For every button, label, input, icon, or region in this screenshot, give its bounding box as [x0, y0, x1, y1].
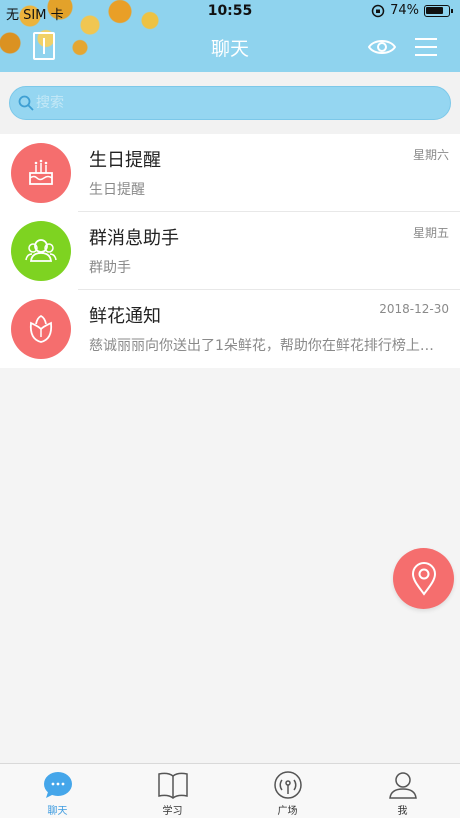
- header-bar: 无 SIM 卡 10:55 74% 聊天: [0, 0, 460, 72]
- chat-time: 星期五: [412, 226, 449, 240]
- group-users-icon: [25, 239, 57, 262]
- tab-label: 广场: [277, 806, 298, 817]
- tab-label: 学习: [162, 806, 183, 817]
- battery-icon: [424, 4, 453, 17]
- book-icon: [157, 772, 188, 799]
- menu-icon[interactable]: [415, 36, 437, 58]
- tab-bar: 聊天 学习 广场 我: [0, 763, 460, 818]
- status-bar: 无 SIM 卡 10:55 74%: [0, 0, 460, 24]
- person-icon: [388, 772, 417, 799]
- eye-icon[interactable]: [368, 38, 396, 56]
- location-pin-icon: [411, 561, 436, 596]
- avatar: [11, 299, 71, 359]
- tab-study[interactable]: 学习: [115, 764, 230, 818]
- search-input[interactable]: [36, 93, 436, 113]
- battery-percent: 74%: [390, 3, 419, 18]
- chat-bubble-icon: [43, 772, 72, 798]
- chat-list: 生日提醒 生日提醒 星期六 群消息助手 群助手 星期五 鲜花通知 慈诚丽丽向你送…: [0, 134, 460, 368]
- tab-plaza[interactable]: 广场: [230, 764, 345, 818]
- chat-preview: 群助手: [89, 260, 131, 276]
- chat-time: 2018-12-30: [379, 302, 449, 316]
- chat-title: 鲜花通知: [89, 306, 161, 327]
- avatar: [11, 221, 71, 281]
- status-indicators: 74%: [371, 3, 453, 18]
- search-bar[interactable]: [9, 86, 451, 120]
- chat-item-group-assistant[interactable]: 群消息助手 群助手 星期五: [0, 212, 460, 290]
- chat-item-birthday[interactable]: 生日提醒 生日提醒 星期六: [0, 134, 460, 212]
- birthday-cake-icon: [29, 159, 53, 185]
- search-icon: [18, 95, 34, 111]
- tab-me[interactable]: 我: [345, 764, 460, 818]
- chat-title: 生日提醒: [89, 150, 161, 171]
- flower-icon: [29, 314, 53, 343]
- chat-preview: 慈诚丽丽向你送出了1朵鲜花，帮助你在鲜花排行榜上升了名次: [89, 338, 447, 354]
- tab-label: 聊天: [47, 806, 68, 817]
- chat-preview: 生日提醒: [89, 182, 145, 198]
- location-button[interactable]: [393, 548, 454, 609]
- chat-item-flower-notice[interactable]: 鲜花通知 慈诚丽丽向你送出了1朵鲜花，帮助你在鲜花排行榜上升了名次 2018-1…: [0, 290, 460, 368]
- chat-time: 星期六: [412, 148, 449, 162]
- tab-chat[interactable]: 聊天: [0, 764, 115, 818]
- orientation-lock-icon: [371, 4, 385, 17]
- broadcast-icon: [273, 771, 302, 799]
- search-section: [0, 72, 460, 134]
- tab-label: 我: [397, 806, 408, 817]
- avatar: [11, 143, 71, 203]
- chat-title: 群消息助手: [89, 228, 179, 249]
